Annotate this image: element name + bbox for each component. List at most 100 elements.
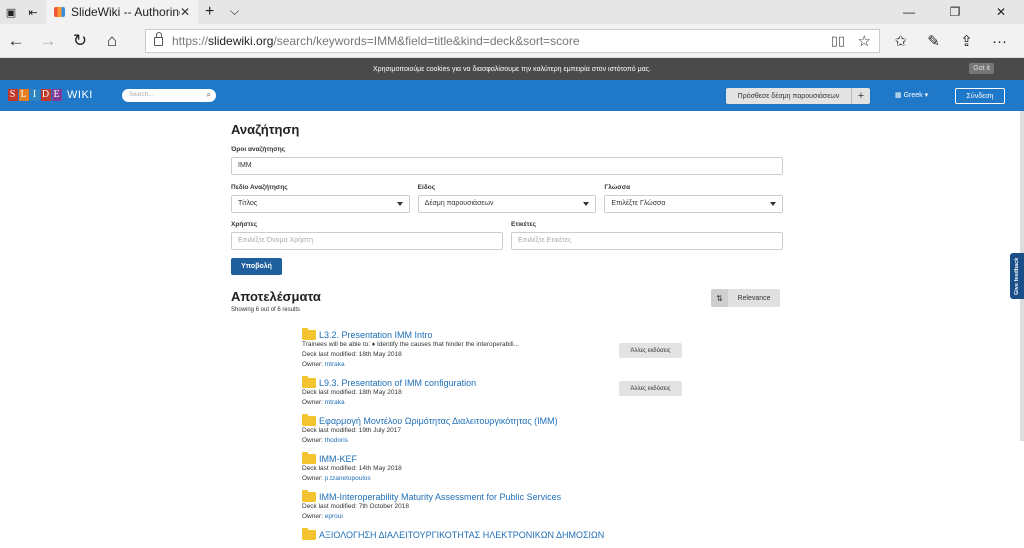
sort-icon: ⇅ [711, 289, 728, 307]
slidewiki-favicon-icon [54, 7, 65, 17]
browser-tab[interactable]: SlideWiki -- Authoring p ✕ [46, 0, 198, 24]
minimize-icon[interactable]: — [886, 0, 932, 24]
header-search-input[interactable]: Search... ⌕ [122, 89, 216, 102]
logo-letter: D [41, 89, 51, 101]
search-terms-input[interactable]: IMM [231, 157, 783, 175]
owner-link[interactable]: mtraka [325, 361, 345, 368]
result-title-link[interactable]: ΑΞΙΟΛΟΓΗΣΗ ΔΙΑΛΕΙΤΟΥΡΓΙΚΟΤΗΤΑΣ ΗΛΕΚΤΡΟΝΙ… [302, 528, 692, 540]
search-form: Αναζήτηση Όροι αναζήτησης IMM Πεδίο Αναζ… [231, 122, 784, 275]
users-input[interactable]: Επιλέξτε Όνομα Χρήστη [231, 232, 503, 250]
owner-link[interactable]: mtraka [325, 399, 345, 406]
forward-icon[interactable]: → [32, 24, 64, 58]
result-title-link[interactable]: IMM-Interoperability Maturity Assessment… [302, 490, 692, 502]
browser-tab-bar: ▣ ⇤ SlideWiki -- Authoring p ✕ + ⌵ — ❐ ✕ [0, 0, 1024, 24]
owner-link[interactable]: p.tzanetopoulos [325, 475, 371, 482]
plus-icon: + [851, 88, 870, 104]
submit-button[interactable]: Υποβολή [231, 258, 282, 275]
dropdown-caret-icon [583, 202, 590, 206]
url-host: slidewiki.org [208, 34, 274, 48]
url-field[interactable]: https:// slidewiki.org /search/keywords=… [145, 29, 880, 53]
tab-title: SlideWiki -- Authoring p [71, 5, 180, 19]
tags-input[interactable]: Επιλέξτε Ετικέτες [511, 232, 783, 250]
lock-icon [154, 31, 163, 46]
list-item: IMM-KEF Deck last modified: 14th May 201… [302, 452, 692, 484]
new-tab-icon[interactable]: + [205, 3, 214, 21]
refresh-icon[interactable]: ↻ [64, 24, 96, 58]
cookie-got-it-button[interactable]: Got it [969, 63, 994, 74]
tab-actions-icon[interactable]: ▣ [0, 0, 22, 24]
result-title: L3.2. Presentation IMM Intro [319, 330, 433, 340]
search-icon[interactable]: ⌕ [207, 90, 211, 100]
users-label: Χρήστες [231, 221, 258, 228]
add-deck-label: Πρόσθεσε δέσμη παρουσιάσεων [737, 92, 840, 100]
cookie-text: Χρησιμοποιούμε cookies για να διασφαλίσο… [373, 65, 651, 73]
search-field-select[interactable]: Τίτλος [231, 195, 410, 213]
list-item: IMM-Interoperability Maturity Assessment… [302, 490, 692, 522]
tags-label: Ετικέτες [511, 221, 536, 228]
list-item: L3.2. Presentation IMM Intro Trainees wi… [302, 328, 692, 370]
results-title: Αποτελέσματα [231, 289, 321, 304]
result-title-link[interactable]: L3.2. Presentation IMM Intro [302, 328, 692, 340]
browser-address-bar: ← → ↻ ⌂ https:// slidewiki.org /search/k… [0, 24, 1024, 58]
other-versions-button[interactable]: Άλλες εκδόσεις [619, 381, 682, 396]
result-title: IMM-Interoperability Maturity Assessment… [319, 492, 562, 502]
owner-link[interactable]: eproui [325, 513, 343, 520]
results-header: Αποτελέσματα Showing 6 out of 6 results … [231, 289, 783, 319]
favorites-icon[interactable]: ✩ [884, 24, 917, 58]
close-window-icon[interactable]: ✕ [978, 0, 1024, 24]
add-deck-button[interactable]: Πρόσθεσε δέσμη παρουσιάσεων + [726, 88, 870, 104]
slidewiki-logo[interactable]: S L I D E WIKI [8, 89, 93, 101]
language-filter-select[interactable]: Επιλέξτε Γλώσσα [604, 195, 784, 213]
more-icon[interactable]: ··· [983, 24, 1016, 58]
result-modified: Deck last modified: 19th July 2017 [302, 427, 401, 434]
result-title-link[interactable]: IMM-KEF [302, 452, 692, 464]
dropdown-caret-icon [770, 202, 777, 206]
page-title: Αναζήτηση [231, 122, 300, 137]
other-versions-button[interactable]: Άλλες εκδόσεις [619, 343, 682, 358]
folder-icon [302, 528, 316, 540]
chevron-down-icon: ▾ [924, 92, 929, 99]
close-tab-icon[interactable]: ✕ [180, 5, 190, 19]
logo-letter: E [52, 89, 62, 101]
favorite-star-icon[interactable]: ☆ [858, 32, 871, 50]
restore-icon[interactable]: ❐ [932, 0, 978, 24]
folder-icon [302, 414, 316, 426]
result-title: ΑΞΙΟΛΟΓΗΣΗ ΔΙΑΛΕΙΤΟΥΡΓΙΚΟΤΗΤΑΣ ΗΛΕΚΤΡΟΝΙ… [319, 530, 605, 540]
owner-prefix: Owner: [302, 361, 325, 368]
tab-preview-chevron-icon[interactable]: ⌵ [230, 4, 239, 19]
result-owner: Owner: eproui [302, 512, 692, 522]
header-search-placeholder: Search... [129, 92, 154, 98]
folder-icon [302, 376, 316, 388]
list-item: L9.3. Presentation of IMM configuration … [302, 376, 692, 408]
site-header: S L I D E WIKI Search... ⌕ Πρόσθεσε δέσμ… [0, 80, 1024, 111]
language-icon: ▦ [895, 92, 904, 99]
url-scheme: https:// [172, 34, 209, 48]
home-icon[interactable]: ⌂ [96, 24, 128, 58]
result-title-link[interactable]: Εφαρμογή Μοντέλου Ωριμότητας Διαλειτουργ… [302, 414, 692, 426]
folder-icon [302, 452, 316, 464]
result-owner: Owner: mtraka [302, 360, 692, 370]
language-selector[interactable]: ▦ Greek ▾ [895, 91, 928, 99]
give-feedback-button[interactable]: Give feedback [1010, 253, 1024, 299]
result-title: Εφαρμογή Μοντέλου Ωριμότητας Διαλειτουργ… [319, 416, 558, 426]
signin-button[interactable]: Σύνδεση [955, 88, 1005, 104]
sort-label: Relevance [737, 294, 771, 302]
kind-select[interactable]: Δέσμη παρουσιάσεων [417, 195, 597, 213]
owner-prefix: Owner: [302, 513, 325, 520]
notes-pen-icon[interactable]: ✎ [917, 24, 950, 58]
results-count: Showing 6 out of 6 results [231, 307, 301, 313]
sort-relevance-button[interactable]: ⇅ Relevance [711, 289, 780, 307]
folder-icon [302, 490, 316, 502]
back-icon[interactable]: ← [0, 24, 32, 58]
language-label: Greek [903, 92, 923, 99]
cookie-banner: Χρησιμοποιούμε cookies για να διασφαλίσο… [0, 58, 1024, 80]
language-filter-value: Επιλέξτε Γλώσσα [611, 200, 666, 207]
reading-view-icon[interactable]: ▯▯ [831, 33, 845, 49]
kind-label: Είδος [417, 184, 436, 191]
folder-icon [302, 328, 316, 340]
share-icon[interactable]: ⇪ [950, 24, 983, 58]
set-aside-tabs-icon[interactable]: ⇤ [22, 0, 44, 24]
logo-letter: S [8, 89, 18, 101]
owner-prefix: Owner: [302, 475, 325, 482]
owner-link[interactable]: thodoris [325, 437, 348, 444]
